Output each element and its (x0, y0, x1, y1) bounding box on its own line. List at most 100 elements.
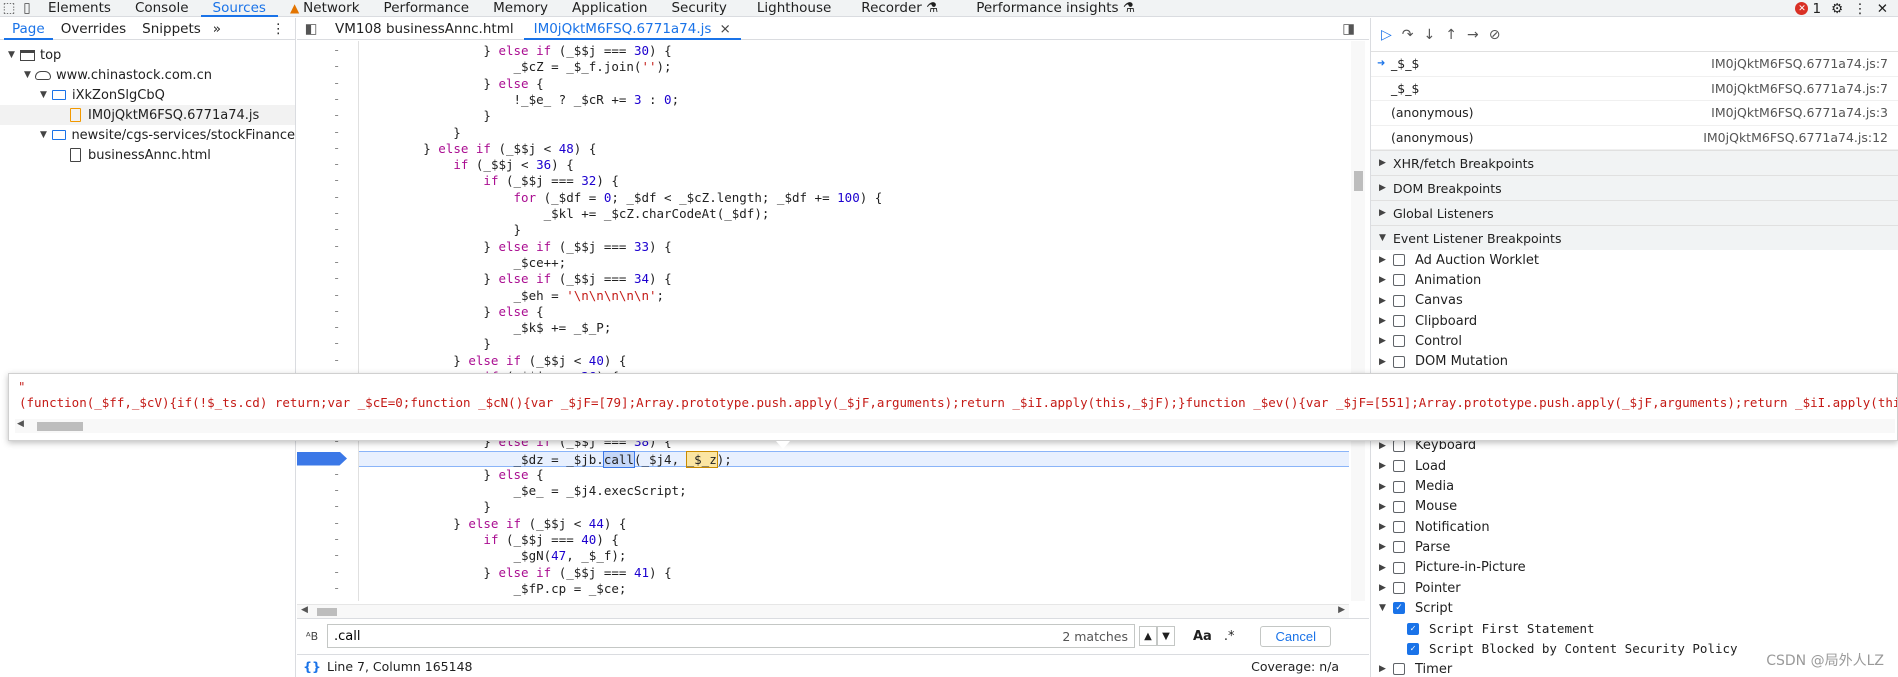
line-gutter-mark[interactable]: - (333, 125, 340, 139)
next-match-icon[interactable]: ▼ (1157, 626, 1175, 646)
code-line[interactable]: _$cZ = _$_f.join(''); (359, 59, 672, 75)
code-line[interactable]: if (_$$j < 36) { (359, 157, 573, 173)
line-gutter-mark[interactable]: - (333, 173, 340, 187)
navigator-menu-icon[interactable]: ⋮ (272, 21, 286, 37)
code-line[interactable]: } (359, 125, 461, 141)
tree-item[interactable]: ▼ newsite/cgs-services/stockFinance (0, 125, 295, 145)
collapsed-triangle-icon[interactable]: ▶ (1379, 542, 1393, 552)
close-tab-icon[interactable]: × (719, 21, 730, 37)
tab-performance[interactable]: Performance (372, 0, 482, 17)
event-listener-item[interactable]: ▶ Ad Auction Worklet (1371, 250, 1898, 270)
code-line[interactable]: for (_$df = 0; _$df < _$cZ.length; _$df … (359, 190, 883, 206)
event-listener-item[interactable]: ▶ Canvas (1371, 291, 1898, 311)
breakpoint-marker[interactable] (297, 451, 347, 466)
expand-triangle-icon[interactable]: ▼ (24, 70, 34, 80)
replace-toggle-icon[interactable]: ᴬB (297, 630, 327, 643)
scroll-left-icon[interactable]: ◀ (17, 419, 24, 429)
collapsed-triangle-icon[interactable]: ▶ (1379, 583, 1393, 593)
more-tabs-chevron-icon[interactable]: » (213, 21, 221, 37)
checkbox[interactable] (1393, 315, 1405, 328)
line-gutter-mark[interactable]: - (333, 548, 340, 562)
collapsed-triangle-icon[interactable]: ▶ (1379, 296, 1393, 306)
code-line[interactable]: } else if (_$$j === 41) { (359, 565, 671, 581)
code-line[interactable]: } else if (_$$j < 40) { (359, 353, 626, 369)
collapsed-triangle-icon[interactable]: ▶ (1379, 522, 1393, 532)
line-gutter-mark[interactable]: - (333, 206, 340, 220)
checkbox[interactable] (1393, 521, 1405, 534)
tree-item[interactable]: ▼ top (0, 45, 295, 65)
collapsed-triangle-icon[interactable]: ▶ (1379, 158, 1393, 168)
line-gutter-mark[interactable]: - (333, 108, 340, 122)
checkbox[interactable] (1393, 460, 1405, 473)
editor-tab-businessannc[interactable]: VM108 businessAnnc.html (325, 18, 524, 40)
call-frame[interactable]: (anonymous) IM0jQktM6FSQ.6771a74.js:12 (1371, 126, 1898, 150)
settings-gear-icon[interactable]: ⚙ (1831, 1, 1843, 17)
line-gutter-mark[interactable]: - (333, 43, 340, 57)
tab-recorder[interactable]: Recorder ⚗ (849, 0, 950, 17)
tab-application[interactable]: Application (560, 0, 659, 17)
collapsed-triangle-icon[interactable]: ▶ (1379, 275, 1393, 285)
event-listener-item[interactable]: ▶ Media (1371, 476, 1898, 496)
line-gutter-mark[interactable]: - (333, 239, 340, 253)
code-line[interactable]: _$ce++; (359, 255, 567, 271)
line-gutter-mark[interactable]: - (333, 336, 340, 350)
call-frame[interactable]: _$_$ IM0jQktM6FSQ.6771a74.js:7 (1371, 77, 1898, 101)
collapsed-triangle-icon[interactable]: ▶ (1379, 255, 1393, 265)
code-line[interactable]: } else if (_$$j === 30) { (359, 43, 671, 59)
expanded-triangle-icon[interactable]: ▼ (1379, 233, 1393, 243)
call-frame[interactable]: ➜ _$_$ IM0jQktM6FSQ.6771a74.js:7 (1371, 52, 1898, 77)
paused-execution-line[interactable]: _$dz = _$jb.call(_$j4, _$_z); (359, 450, 1349, 468)
tab-memory[interactable]: Memory (481, 0, 560, 17)
code-line[interactable]: } (359, 499, 491, 515)
line-gutter-mark[interactable]: - (333, 76, 340, 90)
collapsed-triangle-icon[interactable]: ▶ (1379, 336, 1393, 346)
tree-item[interactable]: ▼ www.chinastock.com.cn (0, 65, 295, 85)
event-listener-item[interactable]: ▶ Pointer (1371, 578, 1898, 598)
checkbox[interactable] (1393, 355, 1405, 368)
line-gutter-mark[interactable]: - (333, 320, 340, 334)
error-counter[interactable]: ✕ 1 (1795, 1, 1821, 17)
event-listener-item[interactable]: ▶ Parse (1371, 537, 1898, 557)
scrollbar-thumb[interactable] (317, 608, 337, 616)
line-gutter-mark[interactable]: - (333, 516, 340, 530)
line-gutter-mark[interactable]: - (333, 288, 340, 302)
code-line[interactable]: _$fP.cp = _$ce; (359, 581, 627, 597)
event-listener-item[interactable]: ▶ Mouse (1371, 497, 1898, 517)
line-gutter[interactable]: ---------------------------------- (297, 41, 359, 601)
code-line[interactable]: if (_$$j === 32) { (359, 173, 619, 189)
tab-network[interactable]: ▲ Network (278, 0, 372, 17)
tab-console[interactable]: Console (123, 0, 201, 17)
line-gutter-mark[interactable]: - (333, 565, 340, 579)
pane-section-header[interactable]: ▶ Global Listeners (1371, 200, 1898, 225)
tree-item[interactable]: IM0jQktM6FSQ.6771a74.js (0, 105, 295, 125)
code-line[interactable]: } else if (_$$j < 44) { (359, 516, 626, 532)
code-line[interactable]: } else { (359, 467, 543, 483)
expand-triangle-icon[interactable]: ▼ (40, 130, 50, 140)
checkbox[interactable] (1393, 663, 1405, 676)
checkbox[interactable] (1393, 294, 1405, 307)
event-listener-item[interactable]: ▶ Picture-in-Picture (1371, 558, 1898, 578)
line-gutter-mark[interactable]: - (333, 581, 340, 595)
toggle-navigator-icon[interactable]: ◧ (297, 21, 325, 37)
checkbox[interactable] (1393, 500, 1405, 513)
code-line[interactable]: } else if (_$$j === 34) { (359, 271, 671, 287)
line-gutter-mark[interactable]: - (333, 141, 340, 155)
expand-triangle-icon[interactable]: ▼ (8, 50, 18, 60)
tree-item[interactable]: businessAnnc.html (0, 145, 295, 165)
line-gutter-mark[interactable]: - (333, 222, 340, 236)
line-gutter-mark[interactable]: - (333, 92, 340, 106)
collapsed-triangle-icon[interactable]: ▶ (1379, 183, 1393, 193)
collapsed-triangle-icon[interactable]: ▶ (1379, 208, 1393, 218)
call-frame[interactable]: (anonymous) IM0jQktM6FSQ.6771a74.js:3 (1371, 101, 1898, 126)
collapsed-triangle-icon[interactable]: ▶ (1379, 357, 1393, 367)
event-listener-item[interactable]: ▶ Control (1371, 331, 1898, 351)
event-listener-item[interactable]: ▶ Notification (1371, 517, 1898, 537)
line-gutter-mark[interactable]: - (333, 190, 340, 204)
code-line[interactable]: _$gN(47, _$_f); (359, 548, 627, 564)
collapsed-triangle-icon[interactable]: ▶ (1379, 461, 1393, 471)
close-devtools-icon[interactable]: ✕ (1877, 1, 1888, 17)
code-line[interactable]: _$e_ = _$j4.execScript; (359, 483, 687, 499)
search-input[interactable] (328, 628, 1028, 644)
expanded-triangle-icon[interactable]: ▼ (1379, 603, 1393, 613)
tab-elements[interactable]: Elements (36, 0, 123, 17)
